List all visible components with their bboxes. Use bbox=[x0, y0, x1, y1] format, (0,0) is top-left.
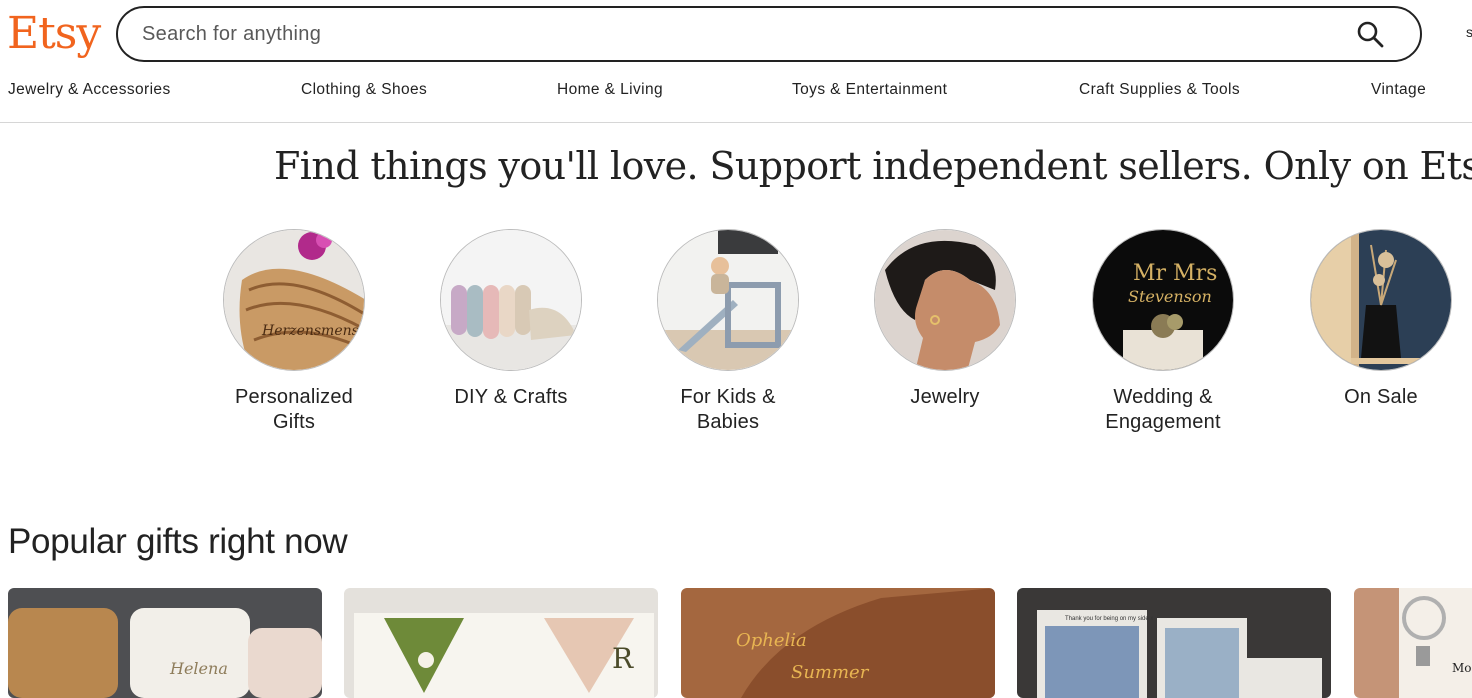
category-image-on-sale bbox=[1310, 229, 1452, 371]
svg-text:Herzensmensch: Herzensmensch bbox=[261, 323, 365, 339]
category-nav: Jewelry & Accessories Clothing & Shoes H… bbox=[0, 81, 1472, 103]
svg-text:Stevenson: Stevenson bbox=[1128, 287, 1212, 306]
svg-text:R: R bbox=[612, 642, 634, 675]
hero-headline: Find things you'll love. Support indepen… bbox=[274, 144, 1472, 188]
category-personalized-gifts[interactable]: Herzensmensch Personalized Gifts bbox=[194, 229, 394, 435]
category-label: Personalized Gifts bbox=[234, 386, 354, 433]
gift-card-image: R bbox=[344, 588, 658, 698]
gift-card[interactable]: R bbox=[344, 588, 658, 698]
etsy-logo[interactable]: Etsy bbox=[7, 6, 101, 62]
nav-clothing-shoes[interactable]: Clothing & Shoes bbox=[301, 81, 427, 99]
category-image-kids-babies bbox=[657, 229, 799, 371]
category-jewelry[interactable]: Jewelry bbox=[845, 229, 1045, 410]
popular-section-title: Popular gifts right now bbox=[8, 522, 348, 561]
svg-text:Mo and: Mo and bbox=[1452, 661, 1472, 675]
gift-card-image: Mo and bbox=[1354, 588, 1472, 698]
gift-card-image: Ophelia Summer bbox=[681, 588, 995, 698]
gift-card-image: Thank you for being on my side x bbox=[1017, 588, 1331, 698]
gift-card[interactable]: Ophelia Summer bbox=[681, 588, 995, 698]
nav-vintage[interactable]: Vintage bbox=[1371, 81, 1426, 99]
nav-craft-supplies-tools[interactable]: Craft Supplies & Tools bbox=[1079, 81, 1240, 99]
category-label: On Sale bbox=[1344, 386, 1418, 408]
svg-text:Thank you for being on my side: Thank you for being on my side x bbox=[1065, 616, 1153, 622]
header-divider bbox=[0, 122, 1472, 123]
category-image-personalized-gifts: Herzensmensch bbox=[223, 229, 365, 371]
svg-text:Helena: Helena bbox=[169, 659, 228, 678]
gift-card[interactable]: Thank you for being on my side x bbox=[1017, 588, 1331, 698]
search-button[interactable] bbox=[1350, 14, 1390, 54]
category-image-wedding-engagement: Mr Mrs Stevenson bbox=[1092, 229, 1234, 371]
header-edge-text[interactable]: s bbox=[1466, 24, 1472, 40]
gift-card[interactable]: Helena bbox=[8, 588, 322, 698]
category-image-jewelry bbox=[874, 229, 1016, 371]
category-label: Wedding & Engagement bbox=[1105, 386, 1221, 433]
nav-toys-entertainment[interactable]: Toys & Entertainment bbox=[792, 81, 947, 99]
gift-card[interactable]: Mo and bbox=[1354, 588, 1472, 698]
svg-text:Summer: Summer bbox=[791, 662, 870, 683]
category-on-sale[interactable]: On Sale bbox=[1281, 229, 1472, 410]
category-diy-crafts[interactable]: DIY & Crafts bbox=[411, 229, 611, 410]
category-image-diy-crafts bbox=[440, 229, 582, 371]
category-kids-babies[interactable]: For Kids & Babies bbox=[628, 229, 828, 435]
gift-card-image: Helena bbox=[8, 588, 322, 698]
category-label: DIY & Crafts bbox=[454, 386, 568, 408]
search-icon bbox=[1357, 21, 1384, 48]
search-input[interactable] bbox=[140, 21, 1350, 47]
category-wedding-engagement[interactable]: Mr Mrs Stevenson Wedding & Engagement bbox=[1063, 229, 1263, 435]
search-bar bbox=[116, 6, 1422, 62]
nav-jewelry-accessories[interactable]: Jewelry & Accessories bbox=[8, 81, 171, 99]
nav-home-living[interactable]: Home & Living bbox=[557, 81, 663, 99]
category-label: Jewelry bbox=[910, 386, 980, 408]
svg-text:Mr Mrs: Mr Mrs bbox=[1133, 261, 1217, 286]
category-label: For Kids & Babies bbox=[680, 386, 776, 433]
svg-text:Ophelia: Ophelia bbox=[736, 630, 807, 651]
